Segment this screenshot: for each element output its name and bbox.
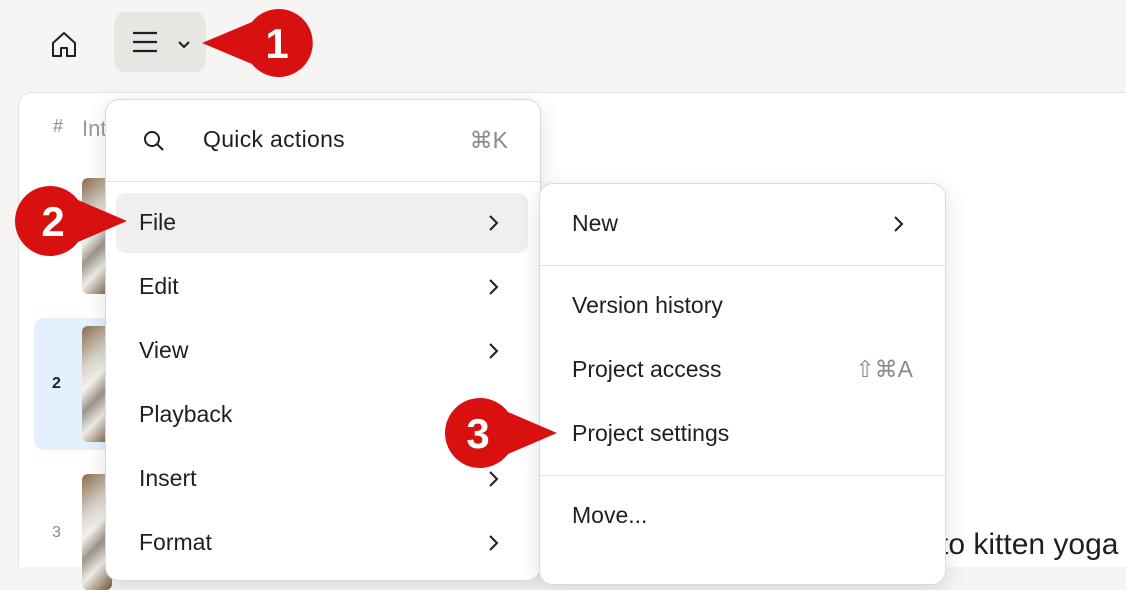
menu-item-label: File xyxy=(139,209,177,235)
quick-actions-item[interactable]: Quick actions ⌘K xyxy=(106,100,540,182)
submenu-item-version-history[interactable]: Version history xyxy=(540,276,945,336)
menu-item-label: Edit xyxy=(139,273,179,299)
menu-item-label: Format xyxy=(139,529,212,555)
main-menu: Quick actions ⌘K File Edit View Playback… xyxy=(105,99,541,581)
submenu-item-new[interactable]: New xyxy=(540,194,945,254)
script-text: to kitten yoga xyxy=(940,528,1119,561)
menu-item-edit[interactable]: Edit xyxy=(116,257,528,317)
scene-list-title: Int xyxy=(82,116,107,141)
callout-2-number: 2 xyxy=(41,198,64,245)
search-icon xyxy=(144,131,164,151)
menu-divider xyxy=(106,181,540,182)
main-menu-button[interactable] xyxy=(114,12,206,72)
chevron-right-icon xyxy=(489,343,499,359)
submenu-item-project-access[interactable]: Project access ⇧⌘A xyxy=(540,340,945,400)
submenu-item-label: Version history xyxy=(572,292,723,318)
menu-item-view[interactable]: View xyxy=(116,321,528,381)
menu-item-format[interactable]: Format xyxy=(116,513,528,573)
submenu-item-label: Move... xyxy=(572,502,648,528)
quick-actions-label: Quick actions xyxy=(203,126,345,152)
submenu-item-label: Project access xyxy=(572,356,722,382)
submenu-item-label: Project settings xyxy=(572,420,730,446)
menu-item-label: View xyxy=(139,337,189,363)
top-bar xyxy=(0,0,1126,92)
submenu-item-move[interactable]: Move... xyxy=(540,486,945,546)
callout-3-number: 3 xyxy=(466,410,489,457)
home-icon xyxy=(52,32,76,57)
chevron-right-icon xyxy=(489,279,499,295)
callout-1: 1 xyxy=(202,8,313,78)
home-button[interactable] xyxy=(40,22,88,66)
file-submenu: New Version history Project access ⇧⌘A P… xyxy=(539,183,946,585)
menu-item-label: Insert xyxy=(139,465,197,491)
chevron-right-icon xyxy=(894,216,904,232)
project-access-shortcut: ⇧⌘A xyxy=(855,356,913,382)
submenu-divider xyxy=(540,475,945,476)
scene-number: 2 xyxy=(52,375,61,392)
callout-1-number: 1 xyxy=(265,20,288,67)
menu-item-file[interactable]: File xyxy=(116,193,528,253)
callout-2: 2 xyxy=(15,186,127,256)
submenu-item-label: New xyxy=(572,210,619,236)
menu-item-label: Playback xyxy=(139,401,233,427)
scene-number: 3 xyxy=(52,524,61,541)
hamburger-icon xyxy=(133,31,157,53)
chevron-down-icon xyxy=(178,41,190,49)
submenu-divider xyxy=(540,265,945,266)
quick-actions-shortcut: ⌘K xyxy=(469,127,508,153)
chevron-right-icon xyxy=(489,535,499,551)
submenu-item-project-settings[interactable]: Project settings xyxy=(540,404,945,464)
callout-3: 3 xyxy=(445,398,557,468)
scene-list-hash: # xyxy=(53,116,64,136)
chevron-right-icon xyxy=(489,215,499,231)
